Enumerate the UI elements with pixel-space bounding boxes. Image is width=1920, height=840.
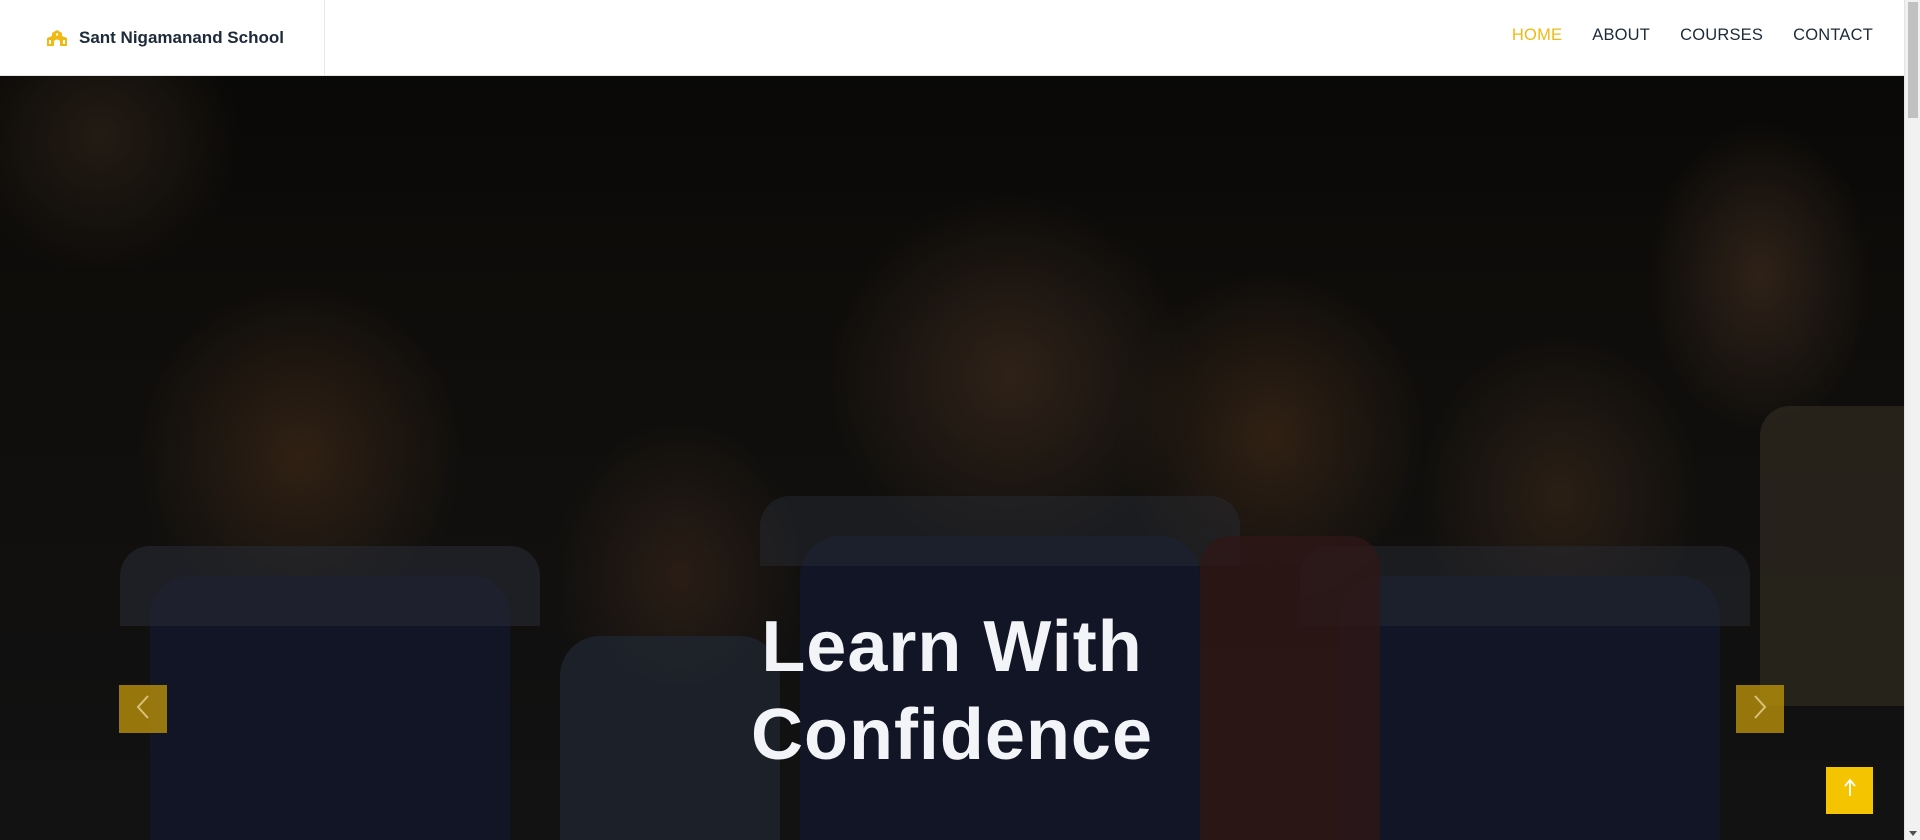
page-scrollbar[interactable] [1904,0,1920,840]
nav-contact[interactable]: CONTACT [1793,26,1873,45]
chevron-right-icon [1752,694,1768,725]
main-nav: HOME ABOUT COURSES CONTACT [1482,0,1873,70]
scrollbar-thumb[interactable] [1908,2,1918,118]
hero-title-line-2: Confidence [750,695,1154,775]
nav-about[interactable]: ABOUT [1592,26,1650,45]
carousel-prev-button[interactable] [119,685,167,733]
nav-home[interactable]: HOME [1512,26,1562,45]
hero-carousel: Learn With Confidence [0,76,1904,840]
nav-courses[interactable]: COURSES [1680,26,1763,45]
back-to-top-button[interactable] [1826,767,1873,814]
hero-title-line-1: Learn With [761,607,1143,687]
carousel-next-button[interactable] [1736,685,1784,733]
brand-name[interactable]: Sant Nigamanand School [79,28,284,48]
chevron-left-icon [135,694,151,725]
hero-title: Learn With Confidence [0,603,1904,779]
scroll-down-arrow-icon[interactable] [1909,831,1917,836]
arrow-up-icon [1843,778,1857,803]
brand[interactable]: Sant Nigamanand School [0,0,325,76]
school-icon [46,29,68,47]
site-header: Sant Nigamanand School HOME ABOUT COURSE… [0,0,1904,76]
